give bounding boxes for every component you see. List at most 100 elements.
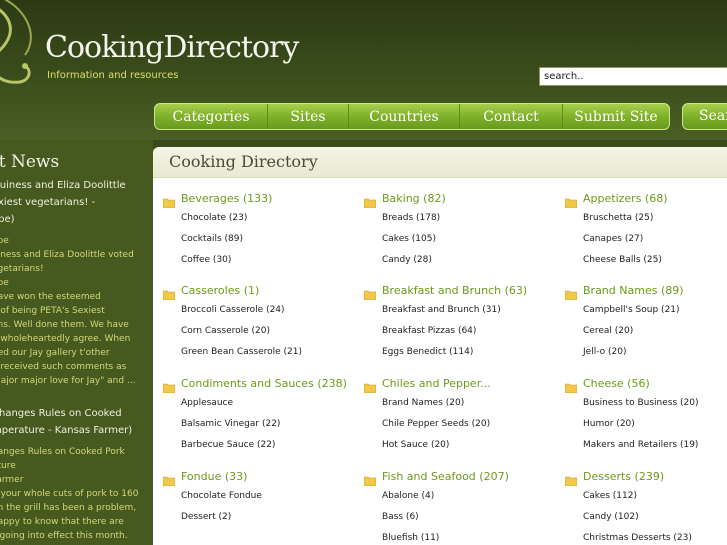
- category-title[interactable]: Chiles and Pepper...: [382, 377, 491, 390]
- category-block: Cheese (56) Business to Business (20) Humo…: [564, 375, 727, 456]
- subcategory-link[interactable]: Eggs Benedict (114): [364, 342, 564, 363]
- nav-search-button[interactable]: Searc: [682, 103, 727, 130]
- sidebar-title: st News: [0, 152, 60, 172]
- subcategory-link[interactable]: Chocolate Fondue: [163, 486, 363, 507]
- nav-sites[interactable]: Sites: [268, 104, 349, 129]
- category-header[interactable]: Baking (82): [363, 190, 564, 209]
- subcategory-link[interactable]: Coffee (30): [163, 250, 363, 271]
- category-title[interactable]: Brand Names (89): [583, 284, 684, 297]
- news-body: on the grill has been a problem,: [0, 503, 137, 513]
- subcategory-link[interactable]: Cheese Balls (25): [565, 250, 727, 271]
- subcategory-link[interactable]: Balsamic Vinegar (22): [163, 414, 363, 435]
- category-title[interactable]: Appetizers (68): [583, 192, 668, 205]
- folder-icon: [564, 471, 578, 487]
- news-body: ape: [0, 278, 9, 288]
- subcategory-link[interactable]: Breakfast and Brunch (31): [364, 300, 564, 321]
- folder-icon: [363, 378, 377, 394]
- category-block: Fondue (33) Chocolate Fondue Dessert (2): [162, 468, 363, 528]
- subcategory-link[interactable]: Hot Sauce (20): [364, 435, 564, 456]
- subcategory-link[interactable]: Chocolate (23): [163, 208, 363, 229]
- news-headline[interactable]: ape): [0, 211, 15, 228]
- logo-swirl-icon: [0, 0, 32, 84]
- category-block: Breakfast and Brunch (63) Breakfast and B…: [363, 282, 564, 363]
- subcategory-link[interactable]: Jell-o (20): [565, 342, 727, 363]
- category-title[interactable]: Desserts (239): [583, 470, 664, 483]
- subcategory-link[interactable]: Bruschetta (25): [565, 208, 727, 229]
- category-title[interactable]: Fish and Seafood (207): [382, 470, 509, 483]
- search-input[interactable]: [539, 67, 727, 86]
- subcategory-link[interactable]: Brand Names (20): [364, 393, 564, 414]
- category-title[interactable]: Beverages (133): [181, 192, 272, 205]
- folder-icon: [363, 471, 377, 487]
- nav-categories[interactable]: Categories: [155, 104, 268, 129]
- category-header[interactable]: Breakfast and Brunch (63): [363, 282, 564, 301]
- folder-icon: [162, 193, 176, 209]
- subcategory-link[interactable]: Cakes (112): [565, 486, 727, 507]
- nav-countries[interactable]: Countries: [349, 104, 460, 129]
- category-title[interactable]: Casseroles (1): [181, 284, 259, 297]
- news-body: happy to know that there are: [0, 517, 124, 527]
- subcategory-link[interactable]: Candy (102): [565, 507, 727, 528]
- subcategory-link[interactable]: Cocktails (89): [163, 229, 363, 250]
- subcategory-link[interactable]: Chile Pepper Seeds (20): [364, 414, 564, 435]
- category-header[interactable]: Fish and Seafood (207): [363, 468, 564, 487]
- subcategory-link[interactable]: Humor (20): [565, 414, 727, 435]
- subcategory-link[interactable]: Canapes (27): [565, 229, 727, 250]
- nav-submit-site[interactable]: Submit Site: [563, 104, 669, 129]
- category-title[interactable]: Condiments and Sauces (238): [181, 377, 347, 390]
- subcategory-link[interactable]: Christmas Desserts (23): [565, 528, 727, 545]
- category-header[interactable]: Beverages (133): [162, 190, 363, 209]
- category-header[interactable]: Fondue (33): [162, 468, 363, 487]
- category-title[interactable]: Baking (82): [382, 192, 446, 205]
- sidebar-news: st News Guiness and Eliza Doolittleexies…: [0, 140, 153, 545]
- subcategory-link[interactable]: Breads (178): [364, 208, 564, 229]
- category-header[interactable]: Chiles and Pepper...: [363, 375, 564, 394]
- news-body: s going into effect this month.: [0, 531, 128, 541]
- category-block: Condiments and Sauces (238) Applesauce Bal…: [162, 375, 363, 456]
- folder-icon: [564, 285, 578, 301]
- category-header[interactable]: Casseroles (1): [162, 282, 363, 301]
- news-body: uiness and Eliza Doolittle voted: [0, 250, 134, 260]
- subcategory-link[interactable]: Abalone (4): [364, 486, 564, 507]
- subcategory-link[interactable]: Bass (6): [364, 507, 564, 528]
- subcategory-link[interactable]: Applesauce: [163, 393, 363, 414]
- subcategory-link[interactable]: Breakfast Pizzas (64): [364, 321, 564, 342]
- category-header[interactable]: Appetizers (68): [564, 190, 727, 209]
- category-header[interactable]: Brand Names (89): [564, 282, 727, 301]
- news-body: have won the esteemed: [0, 292, 101, 302]
- main-content: Cooking Directory Beverages (133) Chocola…: [153, 147, 727, 545]
- site-logo[interactable]: CookingDirectory: [45, 30, 299, 65]
- news-body: major major love for Jay" and ...: [0, 376, 136, 386]
- news-headline[interactable]: exiest vegetarians! -: [0, 194, 95, 211]
- nav-contact[interactable]: Contact: [460, 104, 563, 129]
- subcategory-link[interactable]: Makers and Retailers (19): [565, 435, 727, 456]
- folder-icon: [162, 285, 176, 301]
- category-block: Beverages (133) Chocolate (23) Cocktails (…: [162, 190, 363, 271]
- news-body: hanges Rules on Cooked Pork: [0, 447, 125, 457]
- subcategory-link[interactable]: Dessert (2): [163, 507, 363, 528]
- subcategory-link[interactable]: Bluefish (11): [364, 528, 564, 545]
- category-header[interactable]: Condiments and Sauces (238): [162, 375, 363, 394]
- news-headline[interactable]: Guiness and Eliza Doolittle: [0, 177, 126, 194]
- subcategory-link[interactable]: Business to Business (20): [565, 393, 727, 414]
- subcategory-link[interactable]: Cakes (105): [364, 229, 564, 250]
- subcategory-link[interactable]: Candy (28): [364, 250, 564, 271]
- subcategory-link[interactable]: Campbell's Soup (21): [565, 300, 727, 321]
- category-title[interactable]: Cheese (56): [583, 377, 650, 390]
- news-headline[interactable]: Changes Rules on Cooked: [0, 405, 122, 422]
- news-headline[interactable]: mperature - Kansas Farmer): [0, 422, 132, 439]
- main-nav: Categories Sites Countries Contact Submi…: [154, 103, 670, 130]
- folder-icon: [162, 471, 176, 487]
- subcategory-link[interactable]: Cereal (20): [565, 321, 727, 342]
- news-body: Farmer: [0, 475, 24, 485]
- subcategory-link[interactable]: Corn Casserole (20): [163, 321, 363, 342]
- category-title[interactable]: Fondue (33): [181, 470, 247, 483]
- subcategory-link[interactable]: Green Bean Casserole (21): [163, 342, 363, 363]
- subcategory-link[interactable]: Barbecue Sauce (22): [163, 435, 363, 456]
- news-body: egetarians!: [0, 264, 44, 274]
- category-title[interactable]: Breakfast and Brunch (63): [382, 284, 527, 297]
- category-header[interactable]: Desserts (239): [564, 468, 727, 487]
- category-block: Casseroles (1) Broccoli Casserole (24) Cor…: [162, 282, 363, 363]
- subcategory-link[interactable]: Broccoli Casserole (24): [163, 300, 363, 321]
- category-header[interactable]: Cheese (56): [564, 375, 727, 394]
